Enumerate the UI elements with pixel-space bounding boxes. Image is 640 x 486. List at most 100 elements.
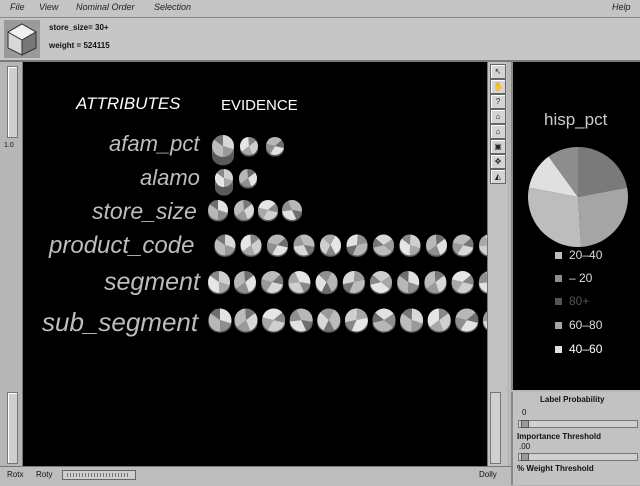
evidence-pie[interactable] [478, 271, 487, 295]
dolly-label: Dolly [479, 470, 497, 479]
evidence-pie[interactable] [370, 271, 393, 295]
evidence-pie[interactable] [346, 234, 368, 257]
evidence-viewer[interactable]: ATTRIBUTES EVIDENCE afam_pct alamo store… [23, 62, 487, 466]
legend-item[interactable]: 40–60 [555, 342, 602, 356]
evidence-pie[interactable] [240, 137, 258, 157]
evidence-pie[interactable] [214, 234, 236, 257]
legend-item[interactable]: – 20 [555, 271, 592, 285]
evidence-pie[interactable] [212, 135, 234, 166]
evidence-pie[interactable] [426, 234, 448, 257]
evidence-pie[interactable] [208, 200, 228, 222]
app-window: File View Nominal Order Selection Help s… [0, 0, 640, 486]
viewer-bottom-bar: Rotx Roty Dolly [0, 466, 511, 486]
perspective-icon[interactable]: ◭ [490, 169, 506, 184]
menu-help[interactable]: Help [612, 2, 631, 12]
left-slider-strip: 1.0 [0, 62, 23, 466]
legend-swatch [555, 322, 562, 330]
evidence-pie[interactable] [400, 308, 424, 333]
evidence-pie[interactable] [208, 271, 230, 295]
evidence-pie[interactable] [293, 234, 315, 257]
weight-info-line: weight = 524115 [49, 41, 110, 50]
label-probability-value: 0 [522, 408, 527, 417]
importance-threshold-slider[interactable] [518, 453, 638, 461]
label-probability-label: Label Probability [540, 395, 605, 404]
home-icon[interactable]: ⌂ [490, 109, 506, 124]
importance-threshold-label: Importance Threshold [517, 432, 602, 441]
evidence-pie[interactable] [315, 271, 338, 295]
evidence-pie[interactable] [262, 308, 286, 333]
evidence-pie[interactable] [234, 200, 254, 222]
evidence-pie[interactable] [399, 234, 421, 257]
evidence-pie[interactable] [208, 308, 232, 333]
rotx-label: Rotx [7, 470, 24, 479]
evidence-pie[interactable] [240, 234, 262, 257]
evidence-pie[interactable] [258, 200, 278, 222]
evidence-pie[interactable] [344, 308, 368, 333]
evidence-pie[interactable] [261, 271, 284, 295]
arrow-icon[interactable]: ↖ [490, 64, 506, 79]
app-logo-icon [4, 20, 40, 58]
evidence-pie[interactable] [455, 308, 479, 333]
rotx-wheel[interactable] [7, 392, 18, 464]
menu-file[interactable]: File [10, 2, 25, 12]
legend-swatch [555, 346, 562, 354]
legend-swatch [555, 298, 562, 306]
menu-view[interactable]: View [39, 2, 58, 12]
evidence-pie[interactable] [289, 308, 313, 333]
evidence-pie[interactable] [451, 271, 474, 295]
hisp-pct-pie[interactable] [523, 142, 633, 252]
hisp-pct-panel: hisp_pct 20–40 – 20 80+ 60–80 40–60 [511, 62, 640, 390]
menu-bar: File View Nominal Order Selection Help [0, 0, 640, 18]
evidence-pie[interactable] [397, 271, 420, 295]
evidence-pie[interactable] [234, 271, 256, 295]
evidence-pie[interactable] [452, 234, 474, 257]
menu-nominal-order[interactable]: Nominal Order [76, 2, 135, 12]
view-all-icon[interactable]: ▣ [490, 139, 506, 154]
legend-swatch [555, 252, 562, 260]
roty-label: Roty [36, 470, 53, 479]
pie-slice [578, 187, 628, 247]
seek-icon[interactable]: ✥ [490, 154, 506, 169]
slider-value-label: 1.0 [4, 142, 14, 149]
evidence-pie[interactable] [282, 199, 302, 222]
evidence-pie[interactable] [266, 137, 284, 157]
evidence-pie[interactable] [288, 271, 311, 295]
pie-wedge [478, 271, 487, 284]
set-home-icon[interactable]: ⌂ [490, 124, 506, 139]
evidence-pie[interactable] [372, 308, 396, 333]
evidence-pie[interactable] [239, 169, 257, 189]
legend-item[interactable]: 60–80 [555, 318, 602, 332]
dolly-wheel[interactable] [490, 392, 501, 464]
label-probability-slider[interactable] [518, 420, 638, 428]
evidence-pie[interactable] [267, 234, 288, 257]
menu-selection[interactable]: Selection [154, 2, 191, 12]
pie-slice [528, 187, 582, 247]
legend-item[interactable]: 20–40 [555, 248, 602, 262]
help-icon[interactable]: ? [490, 94, 506, 109]
evidence-pie[interactable] [373, 234, 395, 257]
legend-item[interactable]: 80+ [555, 294, 589, 308]
evidence-pie[interactable] [342, 271, 365, 295]
importance-threshold-value: .00 [519, 442, 531, 451]
selection-info-line: store_size= 30+ [49, 23, 109, 32]
evidence-pies [208, 135, 487, 333]
legend-swatch [555, 275, 562, 283]
evidence-pie[interactable] [215, 169, 233, 196]
evidence-pie[interactable] [320, 234, 342, 257]
evidence-pie[interactable] [427, 308, 451, 333]
threshold-controls: Label Probability 0 Importance Threshold… [511, 392, 640, 485]
evidence-pie[interactable] [479, 234, 487, 257]
wheel-grip [67, 473, 129, 477]
roty-wheel[interactable] [62, 470, 136, 480]
evidence-pie[interactable] [234, 308, 258, 333]
info-bar: store_size= 30+ weight = 524115 [0, 18, 640, 62]
panel-title: hisp_pct [544, 110, 608, 129]
evidence-pie[interactable] [424, 271, 447, 295]
evidence-pie[interactable] [317, 308, 341, 333]
hand-icon[interactable]: ✋ [490, 79, 506, 94]
upper-vertical-slider[interactable] [7, 66, 18, 138]
pie-wedge [479, 235, 487, 247]
weight-threshold-label: % Weight Threshold [517, 464, 594, 473]
slider-thumb[interactable] [521, 453, 529, 461]
slider-thumb[interactable] [521, 420, 529, 428]
